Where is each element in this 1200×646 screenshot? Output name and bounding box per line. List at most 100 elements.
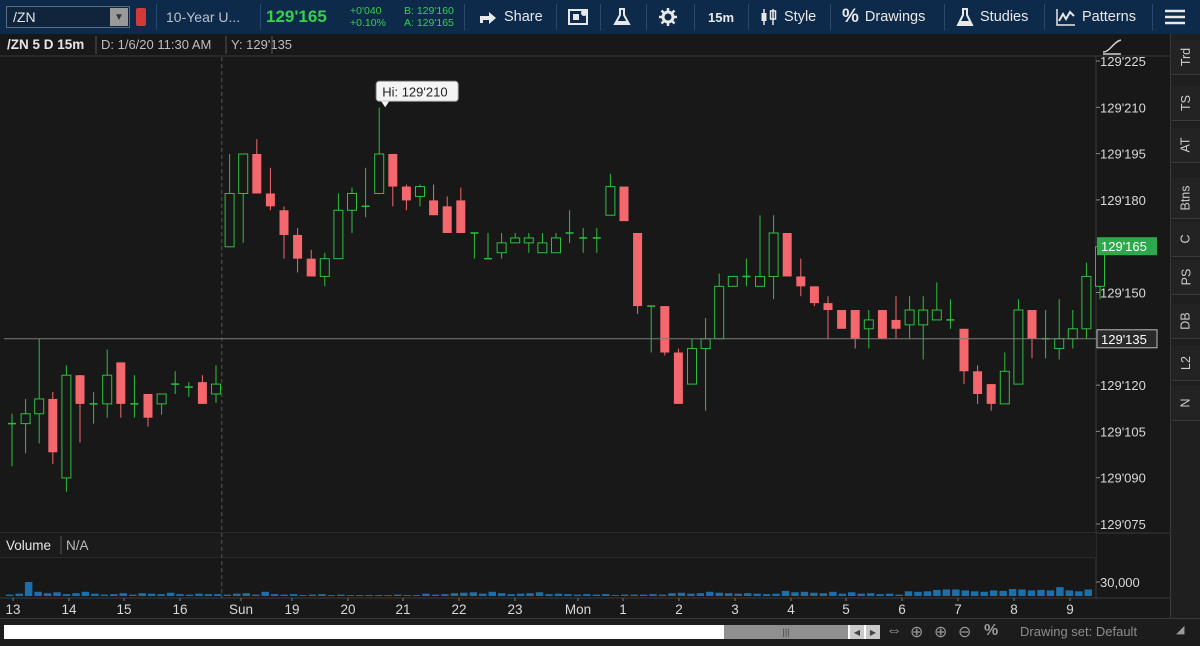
sidebar-tab-c[interactable]: C [1172,222,1200,257]
expand-icon[interactable] [1100,37,1124,55]
time-tick-label: 15 [116,602,131,617]
thinkback-button[interactable] [612,0,638,34]
volume-bar [819,593,828,596]
time-tick-label: 22 [451,602,466,617]
volume-bar [904,591,913,596]
candle-body [238,153,249,194]
time-tick-label: 14 [61,602,77,617]
drawing-set-selector[interactable]: Drawing set: Default [1020,624,1137,639]
sidebar-tab-db[interactable]: DB [1172,304,1200,339]
chart-panel[interactable]: /ZN 5 D 15m D: 1/6/20 11:30 AM Y: 129'13… [0,34,1170,618]
share-button[interactable]: Share [478,0,543,34]
volume-bar [261,591,269,596]
symbol-selector[interactable]: /ZN ▼ [6,6,130,28]
candle-body [1067,328,1078,340]
volume-bar [233,593,241,596]
candle-body [429,200,439,216]
ask-value: A: 129'165 [404,17,454,29]
volume-bar [838,593,847,596]
separator [694,4,695,30]
studies-button[interactable]: Studies [956,0,1028,34]
volume-bar [999,590,1007,596]
percent-icon[interactable]: % [984,622,998,640]
volume-bar [337,594,345,596]
symbol-input[interactable]: /ZN [13,9,36,25]
volume-bar [251,594,260,596]
sidebar-tab-at[interactable]: AT [1172,128,1200,163]
chevron-down-icon[interactable]: ◢ [1176,623,1190,639]
annotation-label: Hi: 129'210 [382,84,447,99]
volume-bar [128,594,137,596]
sidebar-tab-l2[interactable]: L2 [1172,346,1200,381]
cursor-date: D: 1/6/20 11:30 AM [101,37,211,52]
volume-bar [1056,587,1064,596]
volume-bar [687,593,695,596]
time-tick-label: 7 [954,602,962,617]
time-tick-label: 8 [1010,602,1018,617]
price-tick-label: 129'075 [1100,517,1146,532]
candle-body [61,374,72,479]
volume-bar [1027,590,1036,596]
volume-bar [6,594,14,596]
zoom-in-icon[interactable]: ⊕ [934,622,947,642]
volume-header-bg [0,533,1096,557]
volume-bar [223,594,232,596]
scroll-left-arrow-icon[interactable]: ◀ [850,625,864,639]
volume-bar [526,593,534,596]
volume-bar [412,595,421,596]
volume-bar [479,593,487,596]
timeframe-button[interactable]: 15m [708,0,734,34]
price-tick-label: 129'105 [1100,424,1146,439]
sidebar-tab-ts[interactable]: TS [1172,86,1200,121]
drawings-button[interactable]: % Drawings [842,0,925,34]
candle-body [442,206,452,233]
pan-icon[interactable]: ⇔ [886,622,902,640]
scrollbar-thumb[interactable]: ||| [724,625,848,639]
zoom-out-icon[interactable]: ⊖ [958,622,971,642]
volume-bar [696,593,705,596]
volume-bar [649,594,657,596]
sidebar-tab-ps[interactable]: PS [1172,260,1200,295]
candle-body [877,310,887,339]
patterns-button[interactable]: Patterns [1056,0,1136,34]
studies-label: Studies [980,9,1029,25]
candle-body [619,186,629,222]
link-group-badge[interactable] [136,8,146,26]
volume-bar [942,589,951,596]
volume-bar [403,595,411,596]
candle-body [510,237,521,244]
menu-button[interactable] [1164,0,1192,34]
style-button[interactable]: Style [760,0,816,34]
candle-body [605,186,616,216]
volume-bar [81,591,90,596]
candle-body [265,193,275,207]
net-change-percent: +0.10% [350,17,386,29]
crosshair-icon[interactable]: ⊕ [910,622,923,642]
candle-body [523,237,534,244]
sidebar-tab-trd[interactable]: Trd [1172,40,1200,75]
candle-body [768,232,779,277]
separator [464,4,465,30]
volume-bar [497,593,506,596]
candle-body [1081,275,1092,330]
price-chart[interactable]: /ZN 5 D 15m D: 1/6/20 11:30 AM Y: 129'13… [0,34,1170,618]
candle-body [333,209,344,260]
volume-bar [952,589,960,596]
candle-body [837,310,847,329]
separator [1044,4,1045,30]
chart-settings-button[interactable] [568,0,596,34]
sidebar-tab-n[interactable]: N [1172,386,1200,421]
price-tick-label: 129'120 [1100,378,1146,393]
cursor-price-label: 129'135 [1101,332,1147,347]
separator [830,4,831,30]
volume-bar [318,594,326,596]
volume-bar [450,593,459,596]
volume-bar [658,594,667,596]
chevron-down-icon[interactable]: ▼ [110,8,128,26]
sidebar-tab-btns[interactable]: Btns [1172,178,1200,219]
scroll-right-arrow-icon[interactable]: ▶ [866,625,880,639]
candle-body [1013,309,1024,385]
candle-body [999,370,1010,405]
settings-button[interactable] [658,0,684,34]
volume-bar [176,594,184,596]
